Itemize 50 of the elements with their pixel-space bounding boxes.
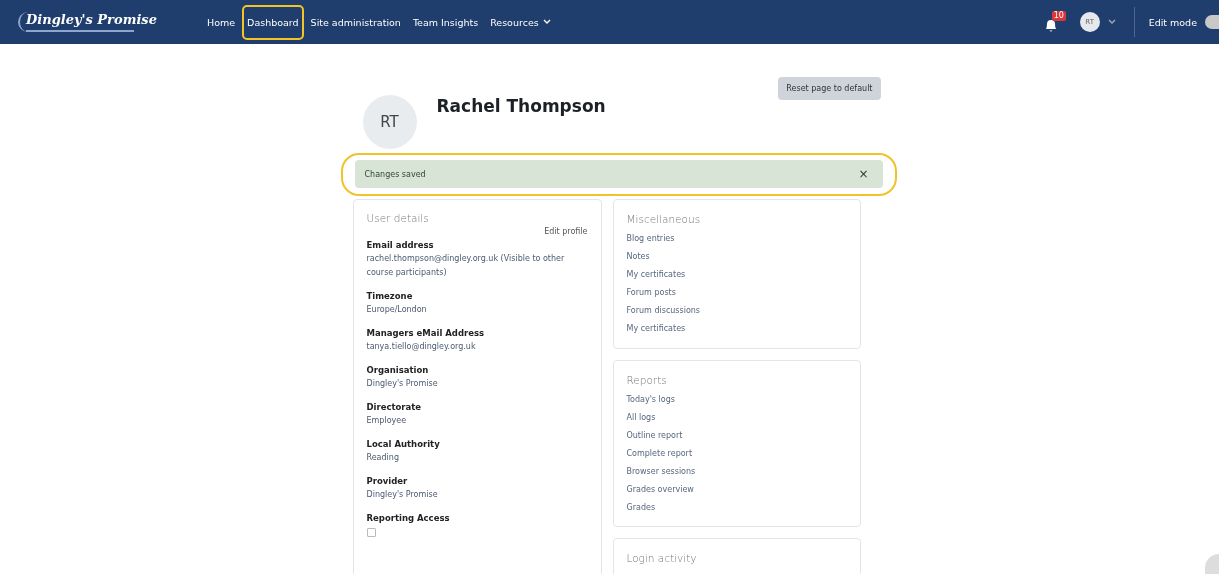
field-label: Reporting Access <box>366 512 451 525</box>
alert-message: Changes saved <box>364 169 426 179</box>
section-link[interactable]: Forum posts <box>626 284 676 302</box>
site-logo[interactable]: Dingley's Promise <box>18 12 176 32</box>
reset-page-button[interactable]: Reset page to default <box>778 77 881 100</box>
section-link[interactable]: All logs <box>626 409 656 427</box>
edit-mode-label: Edit mode <box>1148 16 1197 28</box>
notification-badge: 10 <box>1051 11 1066 21</box>
field-value: Employee <box>366 415 408 427</box>
section-link[interactable]: Outline report <box>626 427 683 445</box>
nav-link[interactable]: Resources <box>485 8 556 36</box>
close-button[interactable]: × <box>854 167 873 181</box>
user-name-heading: Rachel Thompson <box>436 96 606 116</box>
checkbox[interactable] <box>366 528 376 537</box>
field-label: Organisation <box>366 364 430 377</box>
section-link[interactable]: Complete report <box>626 445 693 463</box>
caret-icon[interactable] <box>1107 19 1116 25</box>
field-value: Reading <box>366 452 400 464</box>
nav-link[interactable]: Dashboard <box>242 4 304 40</box>
section-link[interactable]: Notes <box>626 248 650 266</box>
nav-link[interactable]: Site administration <box>305 8 406 36</box>
section-link[interactable]: Today's logs <box>626 391 675 409</box>
field-value: Dingley's Promise <box>366 378 439 390</box>
field-label: Local Authority <box>366 438 441 451</box>
section-link[interactable]: My certificates <box>626 266 686 284</box>
section-link[interactable]: My certificates <box>626 320 686 338</box>
field-label: Directorate <box>366 401 423 414</box>
notification-button[interactable]: 10 <box>1043 11 1066 33</box>
card-title: Login activity <box>626 552 697 564</box>
profile-avatar: RT <box>362 95 417 149</box>
card-title: User details <box>366 212 430 224</box>
section-link[interactable]: Grades overview <box>626 481 694 499</box>
card-title: Miscellaneous <box>626 213 701 225</box>
field-label: Managers eMail Address <box>366 327 486 340</box>
nav-link[interactable]: Home <box>202 8 241 36</box>
edit-profile-link[interactable]: Edit profile <box>544 227 588 236</box>
nav-link[interactable]: Team Insights <box>407 8 484 36</box>
section-link[interactable]: Browser sessions <box>626 463 696 481</box>
section-link[interactable]: Blog entries <box>626 230 675 248</box>
field-label: Provider <box>366 475 409 488</box>
field-value: rachel.thompson@dingley.org.uk (Visible to other course participants) <box>366 253 566 279</box>
field-value: tanya.tiello@dingley.org.uk <box>366 341 477 353</box>
edit-mode-toggle[interactable] <box>1205 15 1219 29</box>
section-link[interactable]: Forum discussions <box>626 302 701 320</box>
field-value: Europe/London <box>366 304 428 316</box>
field-label: Timezone <box>366 290 414 303</box>
field-label: Email address <box>366 239 435 252</box>
card-title: Reports <box>626 374 667 386</box>
section-link[interactable]: Grades <box>626 499 656 517</box>
field-value: Dingley's Promise <box>366 489 439 501</box>
